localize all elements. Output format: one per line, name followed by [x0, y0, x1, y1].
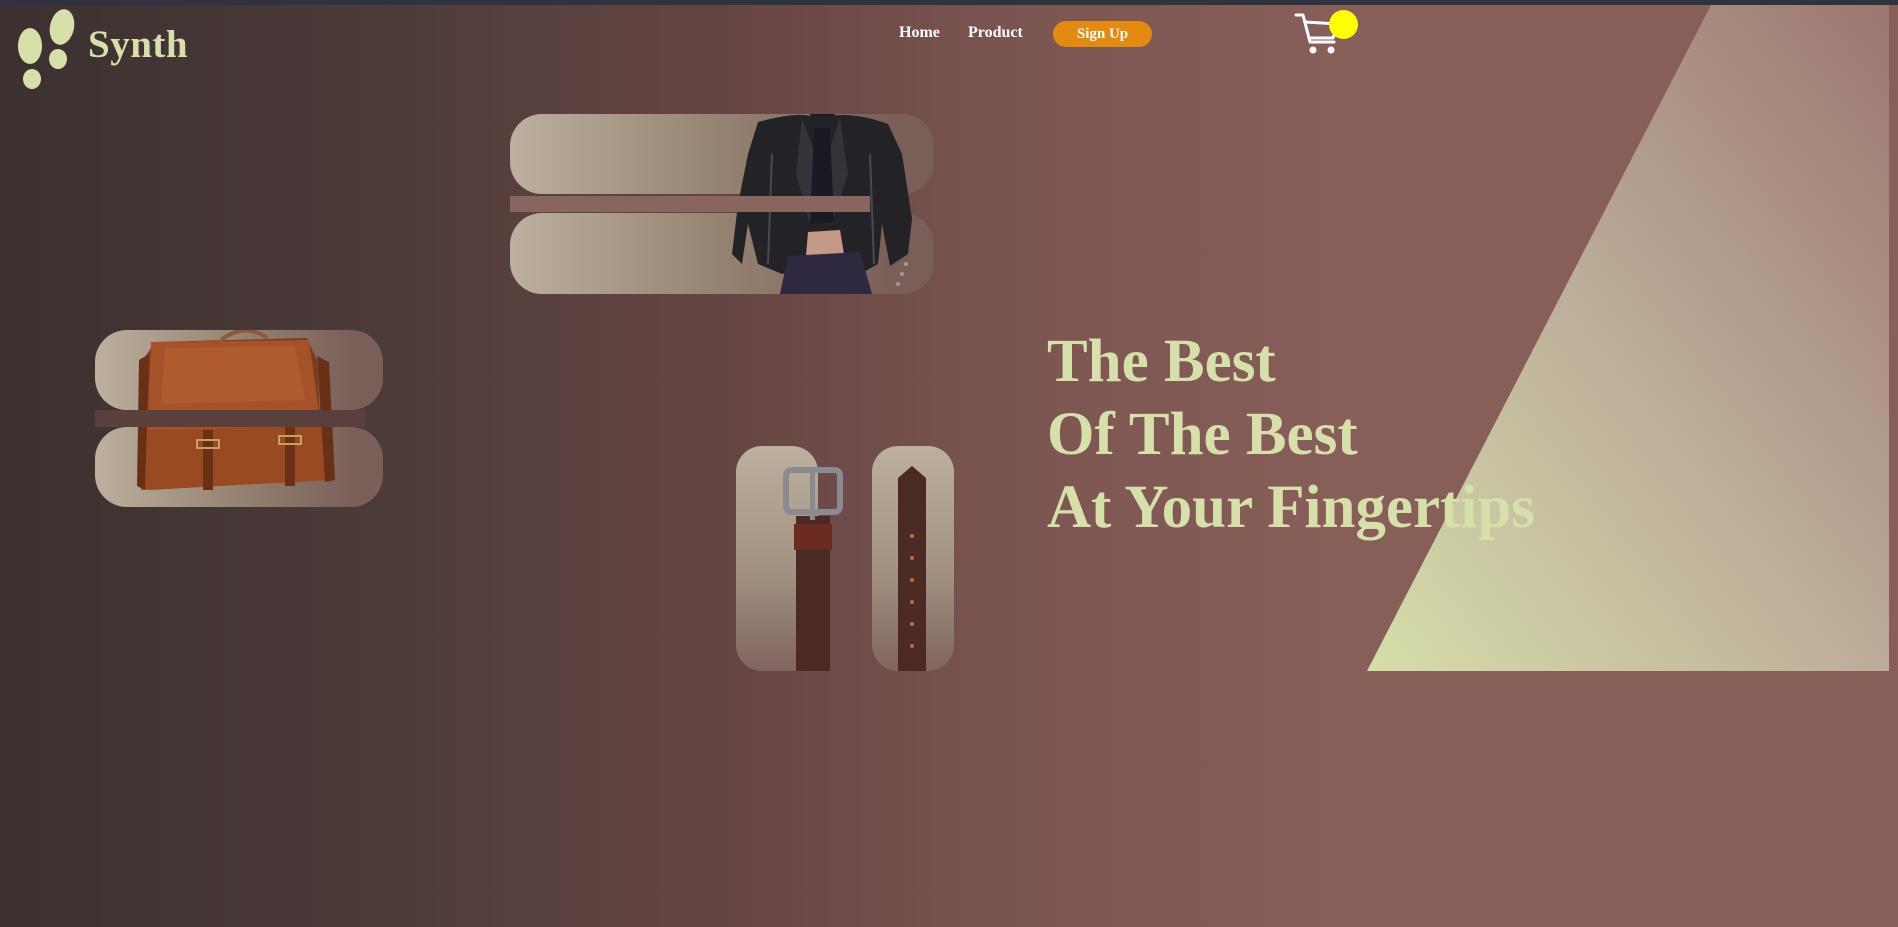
hero-line-1: The Best [1047, 328, 1276, 395]
cart-badge [1329, 10, 1358, 39]
hero-line-2: Of The Best [1047, 401, 1358, 468]
nav-product-link[interactable]: Product [968, 24, 1023, 42]
product-card-bag[interactable] [95, 330, 383, 507]
product-card-belt[interactable] [736, 446, 954, 671]
hero-line-3: At Your Fingertips [1047, 474, 1535, 541]
footprints-icon [18, 9, 75, 89]
window-top-strip [0, 0, 1898, 5]
brand-name: Synth [88, 22, 189, 66]
hero-headline: The Best Of The Best At Your Fingertips [1047, 325, 1535, 544]
site-logo[interactable]: Synth [16, 6, 188, 92]
leather-belt-image [783, 466, 926, 671]
nav-home-link[interactable]: Home [899, 24, 940, 42]
product-card-jacket[interactable] [510, 114, 934, 294]
bag-card-divider [95, 410, 365, 427]
sign-up-button[interactable]: Sign Up [1053, 21, 1152, 47]
jacket-card-divider [510, 196, 870, 212]
